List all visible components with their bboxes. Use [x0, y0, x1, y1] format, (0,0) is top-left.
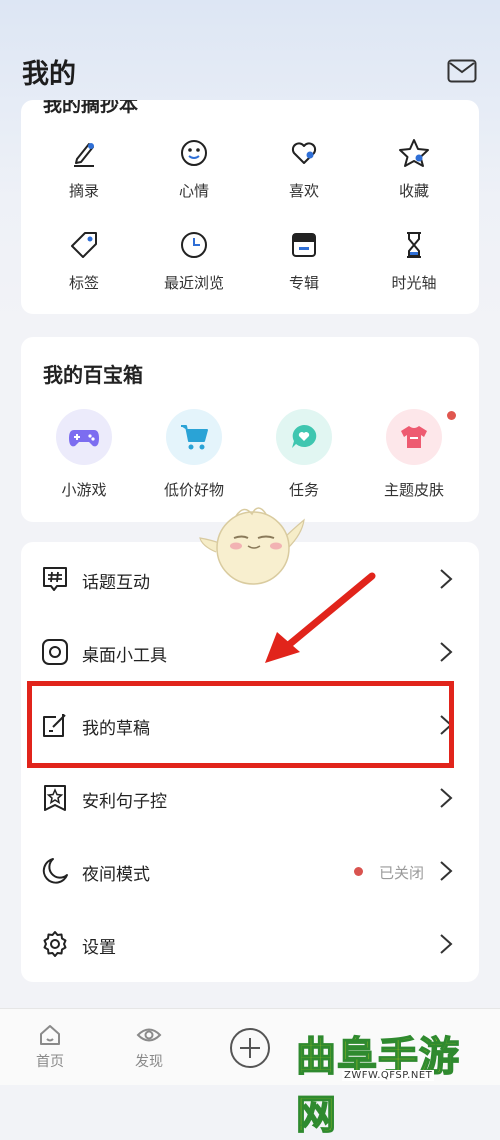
task-bubble-icon	[292, 424, 317, 448]
menu-row-label: 设置	[82, 938, 116, 958]
grid-item-excerpt[interactable]: 摘录	[44, 138, 124, 201]
grid-item-label: 心情	[178, 182, 209, 200]
recommend-star-icon	[44, 785, 66, 811]
clock-icon	[181, 232, 207, 258]
toolbox-item-label: 任务	[288, 481, 319, 499]
grid-item-tag[interactable]: 标签	[44, 230, 124, 293]
moon-icon	[42, 858, 68, 884]
night-mode-status: 已关闭	[379, 864, 425, 882]
page-title: 我的	[22, 59, 76, 90]
menu-row-night-mode[interactable]: 夜间模式 已关闭	[21, 834, 479, 907]
clippings-title: 我的摘抄本	[43, 100, 139, 116]
watermark-url: ZWFW.QFSP.NET	[342, 1070, 435, 1081]
status-dot	[354, 867, 363, 876]
chevron-right-icon	[440, 642, 453, 662]
gamepad-icon	[69, 430, 99, 447]
grid-item-collect[interactable]: 收藏	[374, 138, 454, 201]
toolbox-item-label: 低价好物	[163, 481, 224, 499]
toolbox-card: 我的百宝箱 小游戏 低价好物 任务 主题皮肤	[21, 337, 479, 522]
grid-item-recent[interactable]: 最近浏览	[154, 230, 234, 293]
eye-icon	[136, 1028, 162, 1042]
hashtag-icon	[43, 567, 67, 591]
shirt-icon	[401, 426, 427, 448]
tab-home[interactable]: 首页	[20, 1023, 80, 1071]
grid-item-label: 标签	[68, 274, 99, 292]
menu-row-label: 桌面小工具	[82, 646, 167, 666]
tag-icon	[71, 232, 97, 258]
grid-item-album[interactable]: 专辑	[264, 230, 344, 293]
mascot-sticker-icon	[199, 507, 305, 585]
clippings-card: 我的摘抄本 摘录 心情 喜欢 收藏 标签 最近浏览 专辑 时光轴	[21, 100, 479, 314]
menu-row-widgets[interactable]: 桌面小工具	[21, 615, 479, 688]
chevron-right-icon	[440, 934, 453, 954]
album-icon	[292, 233, 316, 257]
tab-label: 发现	[135, 1054, 163, 1070]
toolbox-item-games[interactable]: 小游戏	[39, 409, 129, 500]
menu-row-settings[interactable]: 设置	[21, 907, 479, 980]
toolbox-item-label: 主题皮肤	[383, 481, 444, 499]
grid-item-timeline[interactable]: 时光轴	[374, 230, 454, 293]
toolbox-item-deals[interactable]: 低价好物	[149, 409, 239, 500]
smile-icon	[181, 140, 207, 166]
grid-item-label: 喜欢	[288, 182, 319, 200]
toolbox-item-label: 小游戏	[61, 481, 107, 499]
toolbox-title: 我的百宝箱	[43, 363, 143, 387]
menu-row-label: 安利句子控	[82, 792, 167, 812]
menu-row-recommend[interactable]: 安利句子控	[21, 761, 479, 834]
widget-icon	[42, 639, 68, 665]
star-icon	[399, 139, 429, 167]
grid-item-label: 时光轴	[391, 274, 437, 292]
chevron-right-icon	[440, 788, 453, 808]
heart-icon	[291, 142, 317, 164]
menu-row-label: 话题互动	[82, 573, 150, 593]
toolbox-item-tasks[interactable]: 任务	[259, 409, 349, 500]
cart-icon	[181, 425, 208, 450]
hourglass-icon	[407, 232, 421, 258]
grid-item-mood[interactable]: 心情	[154, 138, 234, 201]
chevron-right-icon	[440, 569, 453, 589]
grid-item-label: 专辑	[288, 274, 319, 292]
grid-item-label: 收藏	[398, 182, 429, 200]
home-icon	[40, 1025, 60, 1045]
highlight-box	[27, 681, 454, 768]
new-badge-dot	[447, 411, 456, 420]
tab-label: 首页	[36, 1054, 64, 1070]
plus-circle-icon[interactable]	[229, 1027, 271, 1069]
watermark: 曲阜手游网 ZWFW.QFSP.NET	[290, 1024, 500, 1139]
pencil-icon	[74, 143, 94, 167]
grid-item-label: 最近浏览	[163, 274, 224, 292]
grid-item-label: 摘录	[68, 182, 99, 200]
toolbox-item-themes[interactable]: 主题皮肤	[369, 409, 459, 500]
watermark-text: 曲阜手游网	[295, 1033, 460, 1139]
grid-item-like[interactable]: 喜欢	[264, 138, 344, 201]
tab-discover[interactable]: 发现	[119, 1023, 179, 1071]
settings-gear-icon	[43, 931, 67, 957]
mail-icon[interactable]	[447, 59, 477, 83]
chevron-right-icon	[440, 861, 453, 881]
menu-row-label: 夜间模式	[82, 865, 150, 885]
